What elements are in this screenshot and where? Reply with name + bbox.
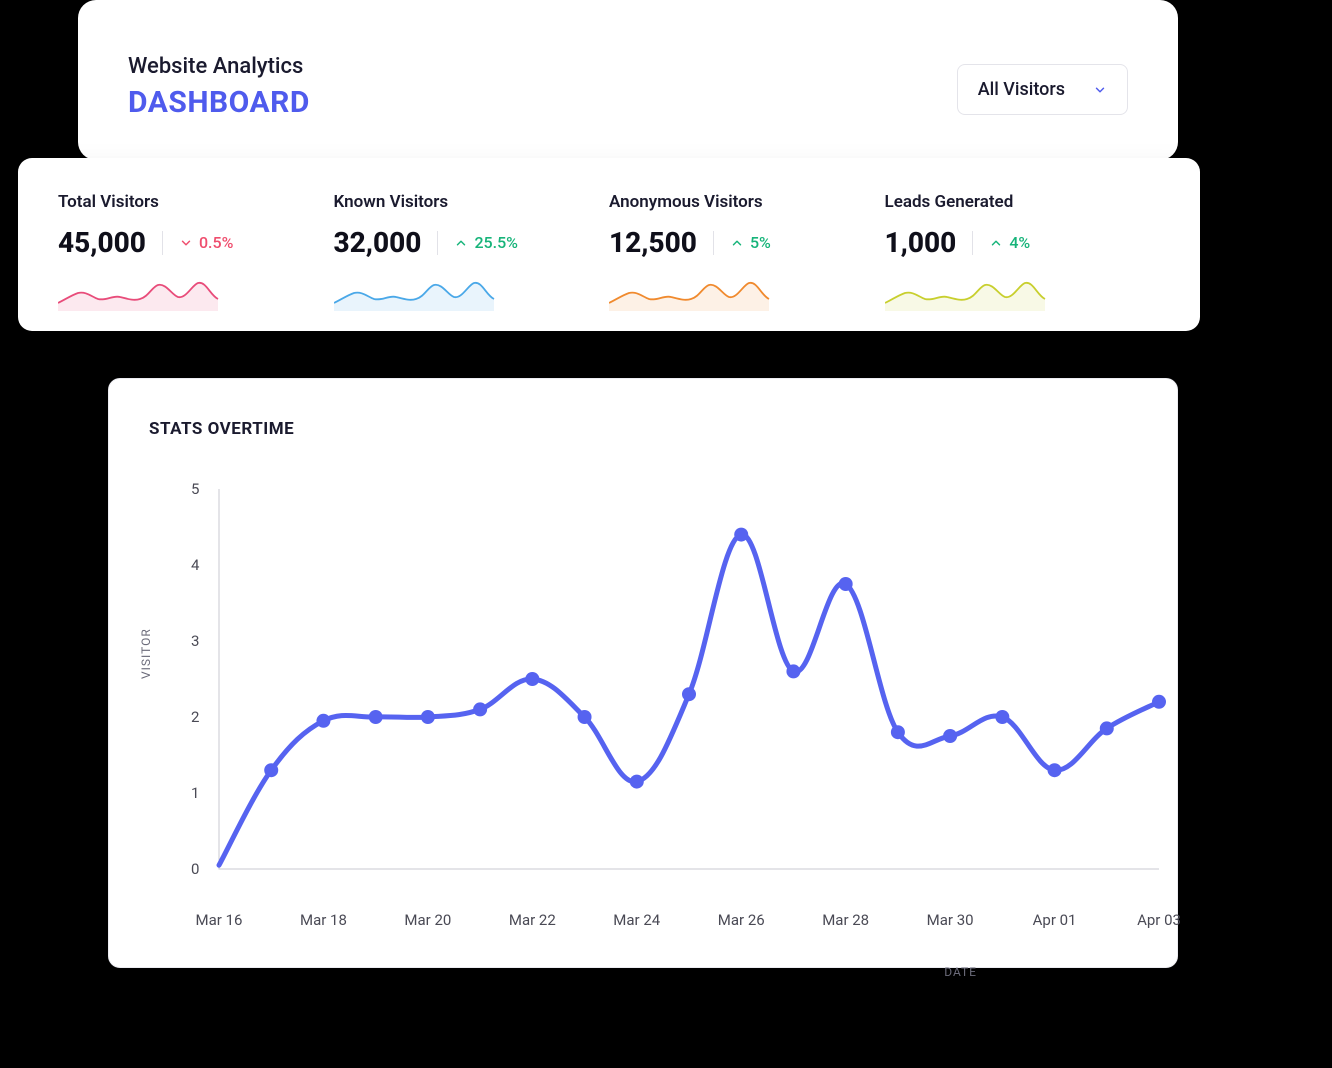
chart-svg bbox=[149, 479, 1179, 899]
kpi-value: 1,000 bbox=[885, 226, 957, 259]
data-point[interactable] bbox=[473, 702, 487, 716]
x-tick-label: Apr 03 bbox=[1137, 911, 1181, 929]
stats-overtime-card: STATS OVERTIME VISITOR DATE 012345Mar 16… bbox=[108, 378, 1178, 968]
stats-chart: VISITOR DATE 012345Mar 16Mar 18Mar 20Mar… bbox=[149, 479, 1177, 959]
data-point[interactable] bbox=[525, 672, 539, 686]
kpi-delta-value: 4% bbox=[1009, 233, 1030, 252]
data-point[interactable] bbox=[786, 664, 800, 678]
title-block: Website Analytics DASHBOARD bbox=[128, 54, 310, 120]
caret-up-icon bbox=[989, 236, 1003, 250]
caret-up-icon bbox=[454, 236, 468, 250]
kpi-value-row: 12,500 5% bbox=[609, 226, 885, 259]
data-point[interactable] bbox=[421, 710, 435, 724]
data-point[interactable] bbox=[1048, 763, 1062, 777]
x-tick-label: Mar 28 bbox=[822, 911, 869, 929]
kpi-sparkline bbox=[58, 275, 334, 311]
kpi-label: Anonymous Visitors bbox=[609, 192, 885, 212]
x-axis-label: DATE bbox=[944, 965, 977, 979]
kpi-card: Total Visitors 45,000 0.5% bbox=[58, 192, 334, 311]
page-subtitle: Website Analytics bbox=[128, 54, 310, 79]
kpi-label: Known Visitors bbox=[334, 192, 610, 212]
kpi-delta-value: 25.5% bbox=[474, 233, 518, 252]
kpi-card: Known Visitors 32,000 25.5% bbox=[334, 192, 610, 311]
x-tick-label: Mar 30 bbox=[927, 911, 974, 929]
divider bbox=[162, 231, 163, 255]
kpi-value-row: 1,000 4% bbox=[885, 226, 1161, 259]
x-tick-label: Mar 26 bbox=[718, 911, 765, 929]
stats-title: STATS OVERTIME bbox=[149, 419, 1177, 439]
kpi-delta: 25.5% bbox=[454, 233, 518, 252]
kpi-value-row: 45,000 0.5% bbox=[58, 226, 334, 259]
x-tick-label: Mar 18 bbox=[300, 911, 347, 929]
data-point[interactable] bbox=[682, 687, 696, 701]
x-tick-label: Mar 20 bbox=[404, 911, 451, 929]
data-point[interactable] bbox=[1100, 721, 1114, 735]
data-point[interactable] bbox=[578, 710, 592, 724]
kpi-label: Leads Generated bbox=[885, 192, 1161, 212]
x-tick-label: Mar 16 bbox=[196, 911, 243, 929]
data-point[interactable] bbox=[943, 729, 957, 743]
divider bbox=[437, 231, 438, 255]
x-tick-label: Mar 22 bbox=[509, 911, 556, 929]
divider bbox=[972, 231, 973, 255]
dashboard-card: Website Analytics DASHBOARD All Visitors bbox=[78, 0, 1178, 160]
chevron-down-icon bbox=[1093, 83, 1107, 97]
kpi-label: Total Visitors bbox=[58, 192, 334, 212]
x-tick-label: Mar 24 bbox=[613, 911, 660, 929]
kpi-card: Leads Generated 1,000 4% bbox=[885, 192, 1161, 311]
data-point[interactable] bbox=[264, 763, 278, 777]
data-point[interactable] bbox=[316, 714, 330, 728]
x-tick-label: Apr 01 bbox=[1033, 911, 1077, 929]
kpi-sparkline bbox=[885, 275, 1161, 311]
kpi-delta: 4% bbox=[989, 233, 1030, 252]
data-point[interactable] bbox=[839, 577, 853, 591]
kpi-sparkline bbox=[334, 275, 610, 311]
divider bbox=[713, 231, 714, 255]
kpi-delta: 5% bbox=[730, 233, 771, 252]
kpi-delta: 0.5% bbox=[179, 233, 233, 252]
caret-up-icon bbox=[730, 236, 744, 250]
caret-down-icon bbox=[179, 236, 193, 250]
kpi-value-row: 32,000 25.5% bbox=[334, 226, 610, 259]
data-point[interactable] bbox=[1152, 695, 1166, 709]
data-point[interactable] bbox=[369, 710, 383, 724]
kpi-delta-value: 0.5% bbox=[199, 233, 233, 252]
kpi-card: Anonymous Visitors 12,500 5% bbox=[609, 192, 885, 311]
kpi-delta-value: 5% bbox=[750, 233, 771, 252]
data-point[interactable] bbox=[995, 710, 1009, 724]
page-title: DASHBOARD bbox=[128, 85, 310, 120]
data-point[interactable] bbox=[891, 725, 905, 739]
kpi-value: 45,000 bbox=[58, 226, 146, 259]
kpi-strip: Total Visitors 45,000 0.5% Known Visitors 32… bbox=[18, 158, 1200, 331]
visitor-filter-select[interactable]: All Visitors bbox=[957, 64, 1128, 115]
header-row: Website Analytics DASHBOARD All Visitors bbox=[128, 54, 1128, 120]
filter-selected-label: All Visitors bbox=[978, 79, 1065, 100]
kpi-value: 12,500 bbox=[609, 226, 697, 259]
kpi-sparkline bbox=[609, 275, 885, 311]
data-point[interactable] bbox=[734, 528, 748, 542]
data-point[interactable] bbox=[630, 775, 644, 789]
kpi-value: 32,000 bbox=[334, 226, 422, 259]
